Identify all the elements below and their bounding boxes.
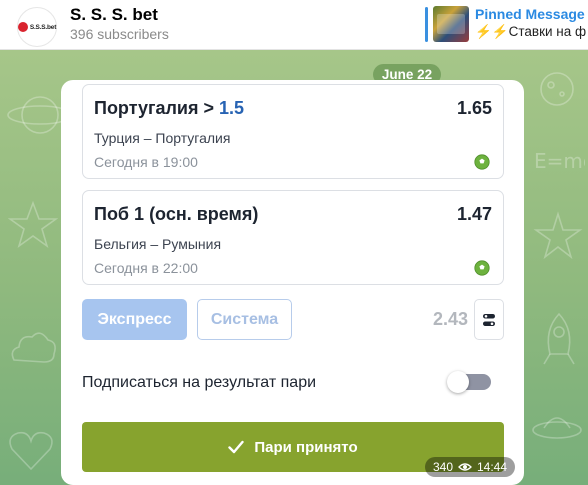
doodle-ufo-icon [532,417,582,439]
pinned-message-thumbnail[interactable] [433,6,469,42]
doodle-rocket-icon [543,312,575,365]
checkmark-icon [228,440,245,454]
channel-avatar[interactable]: S.S.S.bet [17,7,57,47]
total-odds: 2.43 [432,309,468,329]
bet-market: Португалия > 1.5 [94,98,244,119]
bet-selection-card[interactable]: Португалия > 1.5 1.65 Турция – Португали… [82,84,504,179]
channel-header: S.S.S.bet S. S. S. bet 396 subscribers P… [0,0,588,50]
doodle-formula-icon: E=mc [534,149,585,173]
bet-market-label: Поб 1 (осн. время) [94,204,259,224]
view-count: 340 [432,460,453,474]
svg-text:E=mc: E=mc [534,149,585,173]
soccer-ball-icon [474,154,490,170]
subscribe-result-label: Подписаться на результат пари [82,374,317,391]
lightning-icon: ⚡⚡ [475,24,509,39]
bet-market-label: Португалия > [94,98,214,118]
pinned-message-text: Ставки на ф [508,24,587,39]
toggle-knob [447,371,469,393]
bet-accepted-label: Пари принято [254,438,358,456]
bet-line-value: 1.5 [219,98,245,118]
pinned-message-preview[interactable]: ⚡⚡Ставки на ф [475,24,586,40]
bet-match-time: Сегодня в 22:00 [94,260,198,276]
doodle-planet-icon-2 [540,72,574,106]
subscriber-count: 396 subscribers [70,26,169,42]
doodle-star-icon-2 [533,211,583,260]
doodle-star-icon [8,200,58,248]
message-bubble: Португалия > 1.5 1.65 Турция – Португали… [61,80,524,485]
bet-match-time: Сегодня в 19:00 [94,154,198,170]
message-meta: 340 14:44 [425,457,515,477]
system-tab-button[interactable]: Система [197,299,292,340]
soccer-ball-icon [474,260,490,276]
bet-market: Поб 1 (осн. время) [94,204,258,225]
slip-settings-button[interactable] [474,299,504,340]
channel-title[interactable]: S. S. S. bet [70,5,158,25]
bet-odds: 1.47 [456,204,492,224]
subscribe-result-toggle[interactable] [447,371,491,393]
bet-selection-card[interactable]: Поб 1 (осн. время) 1.47 Бельгия – Румыни… [82,190,504,285]
eye-icon [458,463,472,471]
doodle-cloud-icon [11,332,56,363]
bet-match-name: Бельгия – Румыния [94,236,222,252]
message-time: 14:44 [477,460,508,474]
doodle-heart-icon [9,431,53,471]
pinned-message-title[interactable]: Pinned Message [475,6,585,22]
bet-match-name: Турция – Португалия [94,130,231,146]
logo-dot-icon [17,22,28,32]
express-tab-button[interactable]: Экспресс [82,299,187,340]
bet-odds: 1.65 [456,98,492,118]
sliders-icon [483,313,495,326]
avatar-logo-text: S.S.S.bet [29,23,57,31]
pinned-indicator-bar [425,7,428,42]
